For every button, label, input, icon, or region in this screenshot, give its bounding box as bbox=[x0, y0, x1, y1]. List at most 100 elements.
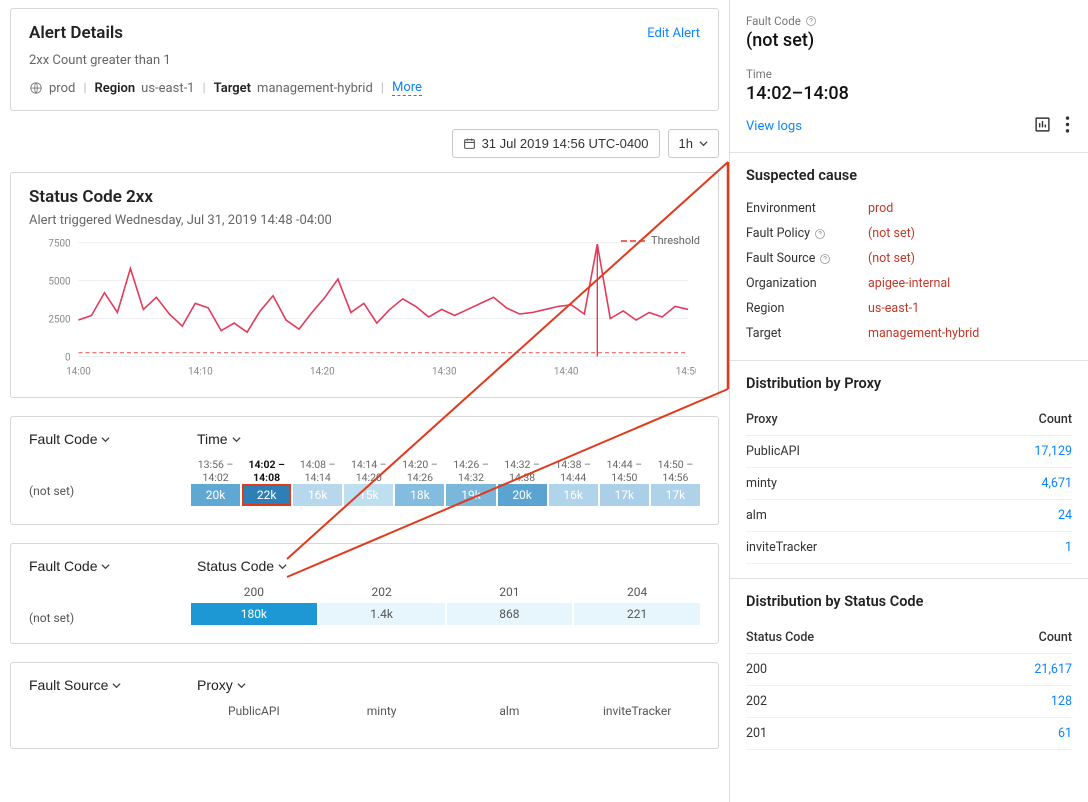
heat-col-hdr: 13:56 –14:02 bbox=[191, 458, 240, 484]
suspected-cause-title: Suspected cause bbox=[746, 167, 1072, 184]
cause-key: Fault Source bbox=[746, 251, 868, 266]
heat-col-hdr: 14:02 –14:08 bbox=[242, 458, 291, 484]
status-code-dropdown[interactable]: Status Code bbox=[197, 558, 287, 574]
caret-down-icon bbox=[237, 681, 246, 690]
heat-time-col[interactable]: 14:02 –14:0822k bbox=[242, 458, 291, 506]
heat-cell[interactable]: 20k bbox=[191, 484, 240, 506]
alert-breadcrumb: prod | Region us-east-1 | Target managem… bbox=[29, 80, 700, 96]
help-icon[interactable] bbox=[805, 15, 817, 27]
proxy-hdr-v: Count bbox=[1039, 412, 1072, 427]
heat-time-col[interactable]: 14:20 –14:2618k bbox=[395, 458, 444, 506]
heat-time-col[interactable]: 14:08 –14:1416k bbox=[293, 458, 342, 506]
heat-time-col[interactable]: 14:50 –14:5617k bbox=[651, 458, 700, 506]
calendar-icon bbox=[463, 137, 476, 150]
heat-cell[interactable]: 20k bbox=[498, 484, 547, 506]
cause-row: Regionus-east-1 bbox=[746, 296, 1072, 321]
cause-key: Environment bbox=[746, 201, 868, 216]
heat-time-col[interactable]: 14:26 –14:3219k bbox=[446, 458, 495, 506]
row-value[interactable]: 61 bbox=[1058, 726, 1072, 741]
row-value[interactable]: 21,617 bbox=[1034, 662, 1072, 677]
side-time-label: Time bbox=[746, 67, 1072, 81]
row-key: inviteTracker bbox=[746, 540, 817, 555]
status-hdr-k: Status Code bbox=[746, 630, 814, 645]
status-cell[interactable]: 1.4k bbox=[319, 603, 445, 625]
svg-text:5000: 5000 bbox=[48, 277, 70, 288]
fault-proxy-card: Fault Source Proxy PublicAPImintyalminvi… bbox=[10, 662, 719, 749]
row-key: 200 bbox=[746, 662, 767, 677]
row-value[interactable]: 128 bbox=[1051, 694, 1072, 709]
heat-cell[interactable]: 19k bbox=[446, 484, 495, 506]
proxy-hdr-k: Proxy bbox=[746, 412, 778, 427]
alert-details-card: Alert Details Edit Alert 2xx Count great… bbox=[10, 8, 719, 111]
heat-cell[interactable]: 17k bbox=[600, 484, 649, 506]
status-hdr-v: Count bbox=[1039, 630, 1072, 645]
heat-col-hdr: 14:26 –14:32 bbox=[446, 458, 495, 484]
proxy-col[interactable]: PublicAPI bbox=[191, 704, 317, 722]
side-fault-code-label: Fault Code bbox=[746, 14, 1072, 28]
proxy-col[interactable]: alm bbox=[447, 704, 573, 722]
heat-col-hdr: 14:32 –14:38 bbox=[498, 458, 547, 484]
time-dropdown[interactable]: Time bbox=[197, 431, 241, 447]
cause-row: Targetmanagement-hybrid bbox=[746, 321, 1072, 346]
range-picker[interactable]: 1h bbox=[668, 129, 719, 158]
table-row: 200 21,617 bbox=[746, 654, 1072, 686]
proxy-col[interactable]: inviteTracker bbox=[574, 704, 700, 722]
heat-time-col[interactable]: 14:44 –14:5017k bbox=[600, 458, 649, 506]
more-link[interactable]: More bbox=[392, 80, 422, 96]
status-cell[interactable]: 221 bbox=[574, 603, 700, 625]
view-logs-link[interactable]: View logs bbox=[746, 119, 802, 134]
proxy-dropdown[interactable]: Proxy bbox=[197, 677, 246, 693]
row-key: 202 bbox=[746, 694, 767, 709]
table-row: PublicAPI17,129 bbox=[746, 436, 1072, 468]
fault-source-dropdown[interactable]: Fault Source bbox=[29, 677, 121, 693]
row-key: alm bbox=[746, 508, 767, 523]
status-col[interactable]: 2021.4k bbox=[319, 585, 445, 625]
edit-alert-link[interactable]: Edit Alert bbox=[647, 26, 700, 41]
cause-row: Organizationapigee-internal bbox=[746, 271, 1072, 296]
side-fault-code-value: (not set) bbox=[746, 30, 1072, 51]
heat-cell[interactable]: 15k bbox=[344, 484, 393, 506]
svg-text:7500: 7500 bbox=[48, 239, 70, 250]
svg-text:0: 0 bbox=[65, 352, 71, 363]
heat-time-col[interactable]: 14:32 –14:3820k bbox=[498, 458, 547, 506]
heat-cell[interactable]: 18k bbox=[395, 484, 444, 506]
heat-cell[interactable]: 16k bbox=[293, 484, 342, 506]
heat-time-col[interactable]: 14:14 –14:2015k bbox=[344, 458, 393, 506]
heat-time-col[interactable]: 13:56 –14:0220k bbox=[191, 458, 240, 506]
heat-cell[interactable]: 17k bbox=[651, 484, 700, 506]
table-row: 20161 bbox=[746, 718, 1072, 750]
help-icon[interactable] bbox=[814, 228, 826, 240]
fault-code-dropdown[interactable]: Fault Code bbox=[29, 431, 110, 447]
fault-code-dropdown-2[interactable]: Fault Code bbox=[29, 558, 110, 574]
datetime-picker[interactable]: 31 Jul 2019 14:56 UTC-0400 bbox=[452, 129, 660, 158]
help-icon[interactable] bbox=[819, 253, 831, 265]
status-col[interactable]: 204221 bbox=[574, 585, 700, 625]
row-value[interactable]: 24 bbox=[1058, 508, 1072, 523]
row-value[interactable]: 4,671 bbox=[1041, 476, 1072, 491]
caret-down-icon bbox=[278, 562, 287, 571]
table-row: minty4,671 bbox=[746, 468, 1072, 500]
row-value[interactable]: 17,129 bbox=[1034, 444, 1072, 459]
heat-cell[interactable]: 16k bbox=[549, 484, 598, 506]
proxy-col-hdr: alm bbox=[447, 704, 573, 718]
status-col[interactable]: 200180k bbox=[191, 585, 317, 625]
heat-time-col[interactable]: 14:38 –14:4416k bbox=[549, 458, 598, 506]
heat-cell[interactable]: 22k bbox=[242, 484, 291, 506]
row-value[interactable]: 1 bbox=[1065, 540, 1072, 555]
fault-status-row-label: (not set) bbox=[29, 585, 191, 625]
status-col[interactable]: 201868 bbox=[447, 585, 573, 625]
cause-key: Organization bbox=[746, 276, 868, 291]
heat-col-hdr: 14:50 –14:56 bbox=[651, 458, 700, 484]
chart-icon[interactable] bbox=[1032, 114, 1053, 138]
more-icon[interactable] bbox=[1063, 114, 1072, 138]
target-value: management-hybrid bbox=[257, 81, 373, 96]
status-cell[interactable]: 868 bbox=[447, 603, 573, 625]
status-cell[interactable]: 180k bbox=[191, 603, 317, 625]
cause-value: prod bbox=[868, 201, 893, 216]
svg-text:14:40: 14:40 bbox=[554, 366, 579, 377]
side-panel: Fault Code (not set) Time 14:02–14:08 Vi… bbox=[730, 0, 1088, 802]
cause-value: us-east-1 bbox=[868, 301, 919, 316]
caret-down-icon bbox=[232, 435, 241, 444]
proxy-col-hdr: inviteTracker bbox=[574, 704, 700, 718]
proxy-col[interactable]: minty bbox=[319, 704, 445, 722]
